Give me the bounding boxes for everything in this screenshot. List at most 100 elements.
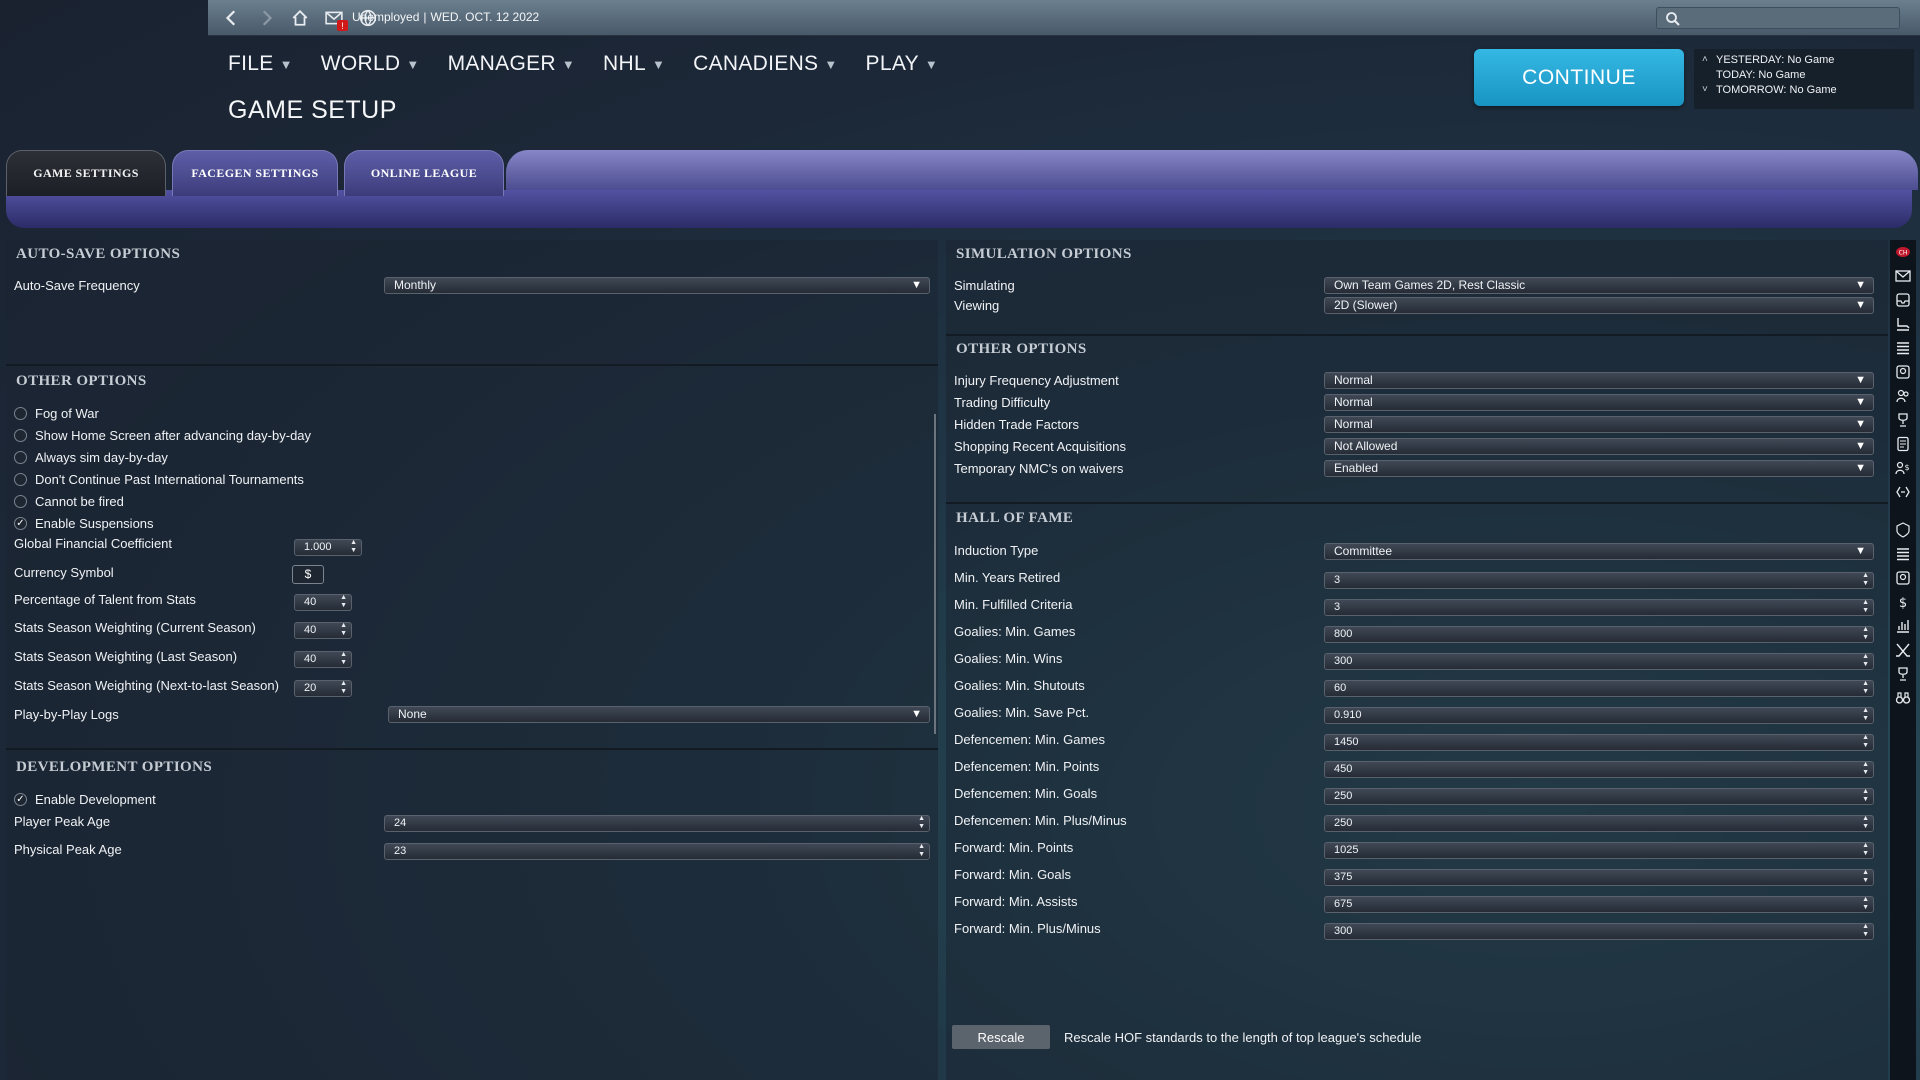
hof-criterion-stepper[interactable]: 250 ▲ ▼ [1324,815,1874,832]
hof-criterion-stepper[interactable]: 3 ▲ ▼ [1324,572,1874,589]
stepper-arrows-icon[interactable]: ▲ ▼ [1862,626,1869,642]
transactions-icon[interactable] [1890,480,1916,504]
binoculars-icon[interactable] [1890,686,1916,710]
trading-difficulty-dropdown[interactable]: Normal ▼ [1324,394,1874,411]
hidden-trade-factors-dropdown[interactable]: Normal ▼ [1324,416,1874,433]
stepper-arrows-icon[interactable]: ▲ ▼ [1862,869,1869,885]
checkbox-cannot-be-fired[interactable]: Cannot be fired [14,494,124,509]
stepper-arrows-icon[interactable]: ▲ ▼ [340,680,347,696]
forward-icon[interactable] [256,8,276,28]
tab-game-settings[interactable]: GAME SETTINGS [6,150,166,196]
stepper-arrows-icon[interactable]: ▲ ▼ [918,843,925,859]
stepper-arrows-icon[interactable]: ▲ ▼ [1862,707,1869,723]
induction-type-dropdown[interactable]: Committee ▼ [1324,543,1874,560]
inbox-icon[interactable] [1890,288,1916,312]
stepper-arrows-icon[interactable]: ▲ ▼ [1862,599,1869,615]
menu-nhl[interactable]: NHL ▼ [603,52,665,76]
stepper-arrows-icon[interactable]: ▲ ▼ [1862,761,1869,777]
list-icon[interactable] [1890,542,1916,566]
home-icon[interactable] [290,8,310,28]
scrollbar[interactable] [934,414,936,734]
stepper-arrows-icon[interactable]: ▲ ▼ [340,651,347,667]
stepper-arrows-icon[interactable]: ▲ ▼ [1862,572,1869,588]
menu-manager[interactable]: MANAGER ▼ [448,52,575,76]
skate-icon[interactable] [1890,312,1916,336]
tab-online-league[interactable]: ONLINE LEAGUE [344,150,504,196]
last-season-stepper[interactable]: 40 ▲ ▼ [294,651,352,668]
checkbox-fog-of-war[interactable]: Fog of War [14,406,99,421]
mail-icon[interactable]: ! [324,8,348,31]
search-input[interactable] [1687,9,1892,27]
hof-criterion-stepper[interactable]: 300 ▲ ▼ [1324,653,1874,670]
hof-criterion-stepper[interactable]: 450 ▲ ▼ [1324,761,1874,778]
hof-criterion-stepper[interactable]: 0.910 ▲ ▼ [1324,707,1874,724]
gfc-stepper[interactable]: 1.000 ▲ ▼ [294,539,362,556]
currency-input[interactable]: $ [292,565,324,584]
mail-icon[interactable] [1890,264,1916,288]
stats-icon[interactable] [1890,614,1916,638]
checkbox-dont-continue-tournaments[interactable]: Don't Continue Past International Tourna… [14,472,304,487]
search-box[interactable] [1656,7,1900,29]
hof-criterion-stepper[interactable]: 375 ▲ ▼ [1324,869,1874,886]
viewing-dropdown[interactable]: 2D (Slower) ▼ [1324,297,1874,314]
hof-criterion-stepper[interactable]: 300 ▲ ▼ [1324,923,1874,940]
team-logo-icon[interactable]: CH [1890,240,1916,264]
physical-peak-stepper[interactable]: 23 ▲ ▼ [384,843,930,860]
chevron-up-icon[interactable]: ˄ [1702,54,1710,69]
next-to-last-season-stepper[interactable]: 20 ▲ ▼ [294,680,352,697]
roster-icon[interactable] [1890,566,1916,590]
menu-world[interactable]: WORLD ▼ [321,52,420,76]
stepper-arrows-icon[interactable]: ▲ ▼ [350,539,357,555]
stepper-arrows-icon[interactable]: ▲ ▼ [1862,680,1869,696]
checkbox-enable-suspensions[interactable]: ✓ Enable Suspensions [14,516,154,531]
stepper-arrows-icon[interactable]: ▲ ▼ [340,622,347,638]
injury-frequency-dropdown[interactable]: Normal ▼ [1324,372,1874,389]
league-logo-icon[interactable] [1890,518,1916,542]
talent-stepper[interactable]: 40 ▲ ▼ [294,594,352,611]
checkbox[interactable] [14,429,27,442]
chevron-down-icon[interactable]: ˅ [1702,84,1710,99]
stepper-arrows-icon[interactable]: ▲ ▼ [1862,653,1869,669]
roster-icon[interactable] [1890,360,1916,384]
trophy-icon[interactable] [1890,662,1916,686]
temporary-nmc-dropdown[interactable]: Enabled ▼ [1324,460,1874,477]
player-peak-stepper[interactable]: 24 ▲ ▼ [384,815,930,832]
checkbox-enable-development[interactable]: ✓ Enable Development [14,792,156,807]
checkbox[interactable] [14,473,27,486]
sticks-icon[interactable] [1890,638,1916,662]
stepper-arrows-icon[interactable]: ▲ ▼ [1862,923,1869,939]
current-season-stepper[interactable]: 40 ▲ ▼ [294,622,352,639]
hof-criterion-stepper[interactable]: 1450 ▲ ▼ [1324,734,1874,751]
finances-icon[interactable]: $ [1890,456,1916,480]
checkbox[interactable] [14,451,27,464]
dollar-icon[interactable]: $ [1890,590,1916,614]
menu-play[interactable]: PLAY ▼ [866,52,939,76]
menu-file[interactable]: FILE ▼ [228,52,293,76]
simulating-dropdown[interactable]: Own Team Games 2D, Rest Classic ▼ [1324,277,1874,294]
staff-icon[interactable] [1890,384,1916,408]
stepper-arrows-icon[interactable]: ▲ ▼ [1862,896,1869,912]
menu-canadiens[interactable]: CANADIENS ▼ [693,52,837,76]
checkbox-show-home-screen[interactable]: Show Home Screen after advancing day-by-… [14,428,311,443]
rescale-button[interactable]: Rescale [952,1025,1050,1049]
check-icon[interactable]: ✓ [14,793,27,806]
stepper-arrows-icon[interactable]: ▲ ▼ [1862,842,1869,858]
hof-criterion-stepper[interactable]: 250 ▲ ▼ [1324,788,1874,805]
check-icon[interactable]: ✓ [14,517,27,530]
document-icon[interactable] [1890,432,1916,456]
checkbox[interactable] [14,495,27,508]
hof-criterion-stepper[interactable]: 60 ▲ ▼ [1324,680,1874,697]
checkbox-always-sim[interactable]: Always sim day-by-day [14,450,168,465]
list-icon[interactable] [1890,336,1916,360]
hof-criterion-stepper[interactable]: 675 ▲ ▼ [1324,896,1874,913]
stepper-arrows-icon[interactable]: ▲ ▼ [340,594,347,610]
stepper-arrows-icon[interactable]: ▲ ▼ [918,815,925,831]
pbp-dropdown[interactable]: None ▼ [388,706,930,723]
continue-button[interactable]: CONTINUE [1474,49,1684,106]
trophy-icon[interactable] [1890,408,1916,432]
autosave-frequency-dropdown[interactable]: Monthly ▼ [384,277,930,294]
hof-criterion-stepper[interactable]: 800 ▲ ▼ [1324,626,1874,643]
stepper-arrows-icon[interactable]: ▲ ▼ [1862,815,1869,831]
hof-criterion-stepper[interactable]: 3 ▲ ▼ [1324,599,1874,616]
checkbox[interactable] [14,407,27,420]
